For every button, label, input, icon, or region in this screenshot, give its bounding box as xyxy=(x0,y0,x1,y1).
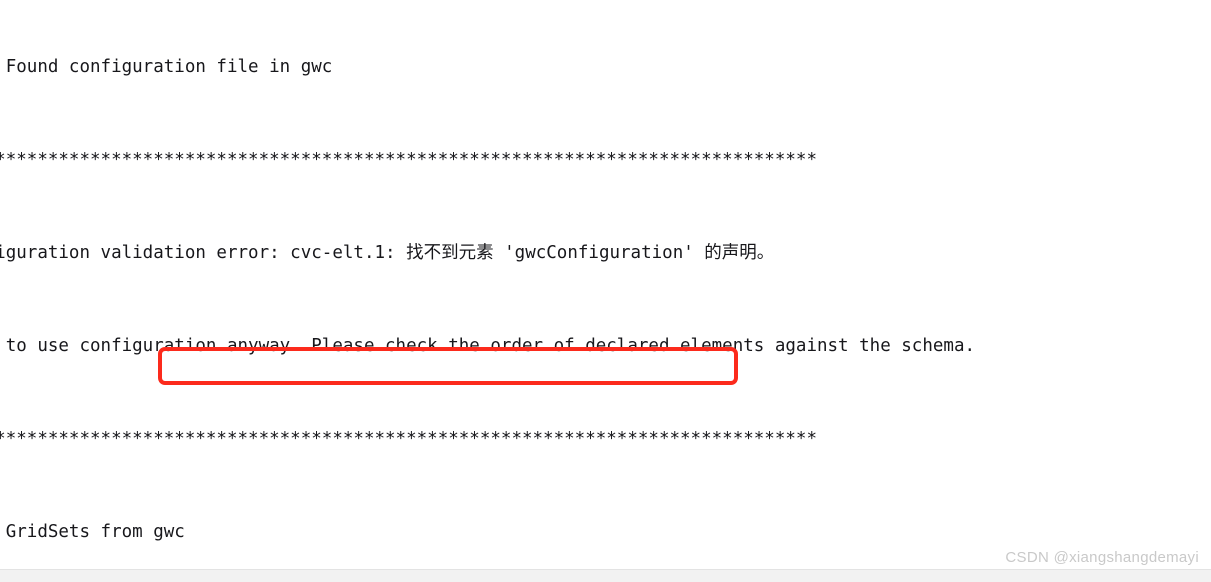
log-line: ion] - *********************************… xyxy=(0,150,817,170)
log-line: ...ourceProvider] - Found configuration … xyxy=(5,57,333,77)
log-line: ion] - Initializing GridSets from gwc xyxy=(5,522,185,542)
log-line: ion] - *** GWC configuration validation … xyxy=(0,243,775,263)
horizontal-scrollbar-thumb[interactable] xyxy=(0,571,560,581)
csdn-watermark: CSDN @xiangshangdemayi xyxy=(1005,549,1199,566)
log-line: ion] - *** Will try to use configuration… xyxy=(5,336,976,356)
log-output-text: ...ourceProvider] - Found configuration … xyxy=(0,0,1211,582)
log-line: ion] - *********************************… xyxy=(0,429,817,449)
horizontal-scrollbar[interactable] xyxy=(0,569,1211,582)
log-console[interactable]: ...ourceProvider] - Found configuration … xyxy=(0,0,1211,582)
